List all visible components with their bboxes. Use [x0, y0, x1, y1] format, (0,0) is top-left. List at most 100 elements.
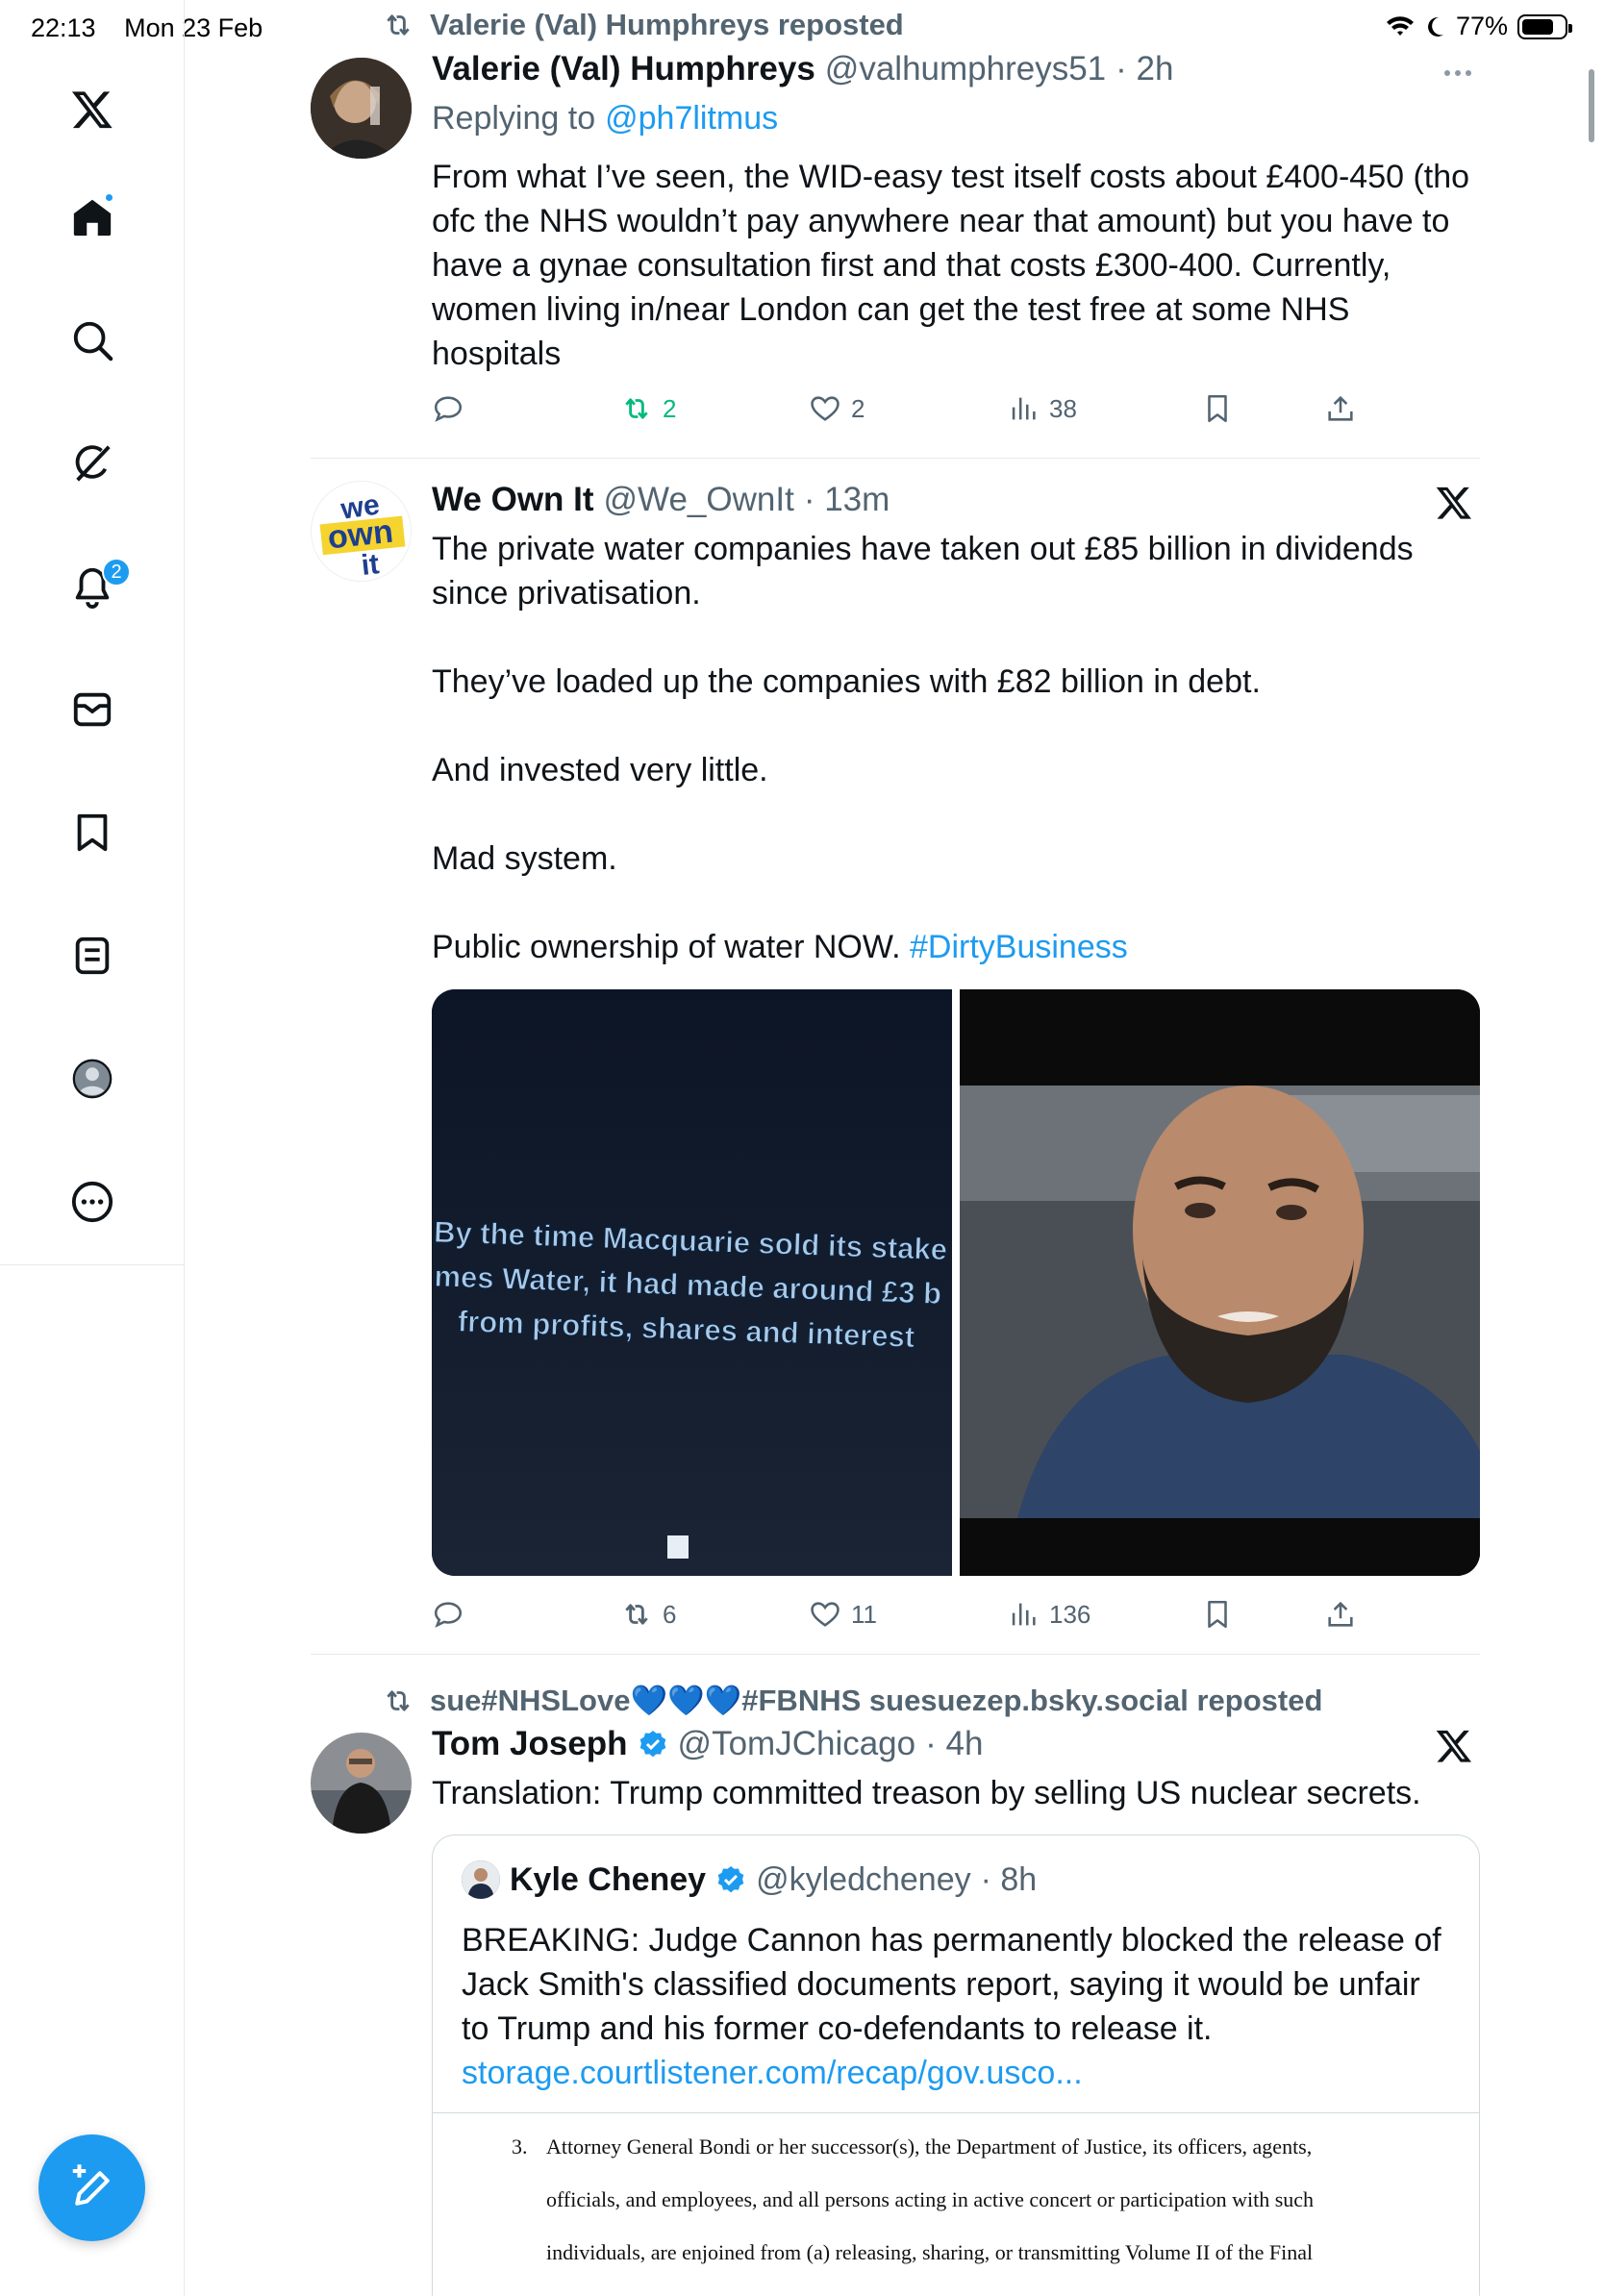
repost-count: 6: [663, 1599, 677, 1629]
repost-indicator: sue#NHSLove💙💙💙#FBNHS suesuezep.bsky.soci…: [382, 1683, 1322, 1718]
replying-handle-link[interactable]: @ph7litmus: [605, 100, 778, 137]
scrollbar[interactable]: [1589, 69, 1594, 142]
wifi-icon: [1386, 15, 1414, 36]
sidebar-item-search[interactable]: [62, 310, 123, 371]
media-image-man[interactable]: [960, 989, 1480, 1576]
post-time[interactable]: · 13m: [804, 481, 890, 519]
reply-button[interactable]: [432, 392, 464, 425]
author-handle[interactable]: @TomJChicago: [678, 1725, 916, 1763]
verified-badge-icon: [639, 1731, 665, 1758]
like-button[interactable]: 2: [809, 392, 865, 425]
post-header: Tom Joseph @TomJChicago · 4h: [432, 1725, 983, 1763]
post-media: By the time Macquarie sold its stake mes…: [432, 989, 1480, 1576]
x-logo-icon: [1436, 487, 1471, 519]
quoted-author-name: Kyle Cheney: [510, 1860, 707, 1898]
list-icon: [75, 936, 110, 975]
sidebar-item-notifications[interactable]: 2: [62, 556, 131, 617]
author-handle[interactable]: @We_OwnIt: [604, 481, 794, 519]
quoted-post-header: Kyle Cheney @kyledcheney · 8h: [462, 1860, 1037, 1899]
bookmark-icon: [1208, 394, 1227, 423]
post-text: Translation: Trump committed treason by …: [432, 1775, 1421, 1811]
bookmark-button[interactable]: [1201, 1598, 1234, 1631]
battery-icon: [1517, 13, 1572, 39]
post-actions: 6 11 136: [432, 1598, 1480, 1636]
quoted-post[interactable]: Kyle Cheney @kyledcheney · 8h BREAKING: …: [432, 1834, 1480, 2296]
sidebar-divider: [0, 1264, 185, 1265]
quoted-post-body: BREAKING: Judge Cannon has permanently b…: [462, 1922, 1441, 2047]
sidebar-item-more[interactable]: [62, 1171, 123, 1233]
quoted-post-link[interactable]: storage.courtlistener.com/recap/gov.usco…: [462, 2055, 1083, 2091]
views-icon: [1012, 397, 1036, 420]
post-more-icon[interactable]: [1444, 63, 1483, 83]
post-text-body: The private water companies have taken o…: [432, 531, 1414, 965]
repost-icon: [625, 398, 648, 419]
avatar[interactable]: [311, 1733, 412, 1834]
sidebar-item-bookmarks[interactable]: [62, 802, 123, 863]
repost-icon: [387, 1689, 410, 1711]
reply-icon: [434, 396, 463, 422]
quoted-document-image[interactable]: 3. Attorney General Bondi or her success…: [433, 2112, 1479, 2296]
post-text: The private water companies have taken o…: [432, 527, 1480, 969]
views-icon: [1012, 1603, 1036, 1626]
compose-icon: [72, 2163, 110, 2206]
repost-indicator: Valerie (Val) Humphreys reposted: [382, 8, 904, 42]
author-handle[interactable]: @valhumphreys51: [825, 50, 1106, 88]
views-button[interactable]: 136: [1007, 1598, 1090, 1631]
doc-line-2: officials, and employees, and all person…: [546, 2187, 1315, 2211]
like-count: 11: [851, 1599, 877, 1629]
author-name[interactable]: Valerie (Val) Humphreys: [432, 50, 815, 88]
quoted-avatar: [462, 1860, 500, 1899]
notification-badge: 2: [102, 558, 131, 586]
status-bar-right: 77%: [1385, 12, 1572, 41]
repost-button[interactable]: 2: [620, 392, 676, 425]
replying-to: Replying to @ph7litmus: [432, 100, 778, 137]
sidebar: 2: [0, 0, 185, 2296]
post-header: We Own It @We_OwnIt · 13m: [432, 481, 890, 519]
battery-percent: 77%: [1455, 12, 1508, 40]
media-image-caption-screen[interactable]: By the time Macquarie sold its stake mes…: [432, 989, 952, 1576]
author-name[interactable]: We Own It: [432, 481, 594, 519]
sidebar-item-messages[interactable]: [62, 679, 123, 740]
post-text: From what I’ve seen, the WID-easy test i…: [432, 159, 1470, 372]
quoted-post-text: BREAKING: Judge Cannon has permanently b…: [462, 1918, 1452, 2095]
sidebar-item-profile[interactable]: [62, 1048, 123, 1110]
repost-label: Valerie (Val) Humphreys reposted: [430, 8, 904, 41]
verified-badge-icon: [717, 1866, 744, 1893]
quoted-author-handle: @kyledcheney: [756, 1860, 971, 1898]
mail-icon: [73, 692, 112, 727]
sidebar-item-lists[interactable]: [62, 925, 123, 986]
post-actions: 2 2 38: [432, 392, 1480, 431]
home-new-dot: [104, 192, 114, 203]
more-circle-icon: [71, 1181, 113, 1223]
post-time[interactable]: · 4h: [925, 1725, 983, 1763]
sidebar-item-home[interactable]: [62, 187, 123, 248]
post-time[interactable]: · 2h: [1115, 50, 1173, 88]
repost-icon: [625, 1604, 648, 1625]
views-button[interactable]: 38: [1007, 392, 1077, 425]
share-icon: [1328, 1601, 1353, 1627]
bookmark-icon: [77, 813, 108, 852]
heart-icon: [811, 1602, 840, 1627]
repost-count: 2: [663, 393, 677, 423]
reply-button[interactable]: [432, 1598, 464, 1631]
share-button[interactable]: [1324, 1598, 1357, 1631]
reply-icon: [434, 1602, 463, 1628]
replying-prefix: Replying to: [432, 100, 596, 137]
doc-line-1: Attorney General Bondi or her successor(…: [546, 2134, 1313, 2159]
share-button[interactable]: [1324, 392, 1357, 425]
doc-line-3: individuals, are enjoined from (a) relea…: [546, 2240, 1314, 2264]
avatar[interactable]: we own it: [311, 481, 412, 582]
bookmark-button[interactable]: [1201, 392, 1234, 425]
repost-button[interactable]: 6: [620, 1598, 676, 1631]
like-count: 2: [851, 393, 865, 423]
compose-button[interactable]: [38, 2134, 145, 2241]
author-name[interactable]: Tom Joseph: [432, 1725, 628, 1763]
avatar[interactable]: [311, 58, 412, 159]
like-button[interactable]: 11: [809, 1598, 877, 1631]
hashtag-link[interactable]: #DirtyBusiness: [910, 929, 1128, 965]
grok-icon: [75, 445, 111, 482]
quoted-post-time: · 8h: [980, 1860, 1038, 1898]
bookmark-icon: [1208, 1600, 1227, 1629]
x-logo-icon[interactable]: [62, 79, 123, 140]
sidebar-item-grok[interactable]: [62, 433, 123, 494]
